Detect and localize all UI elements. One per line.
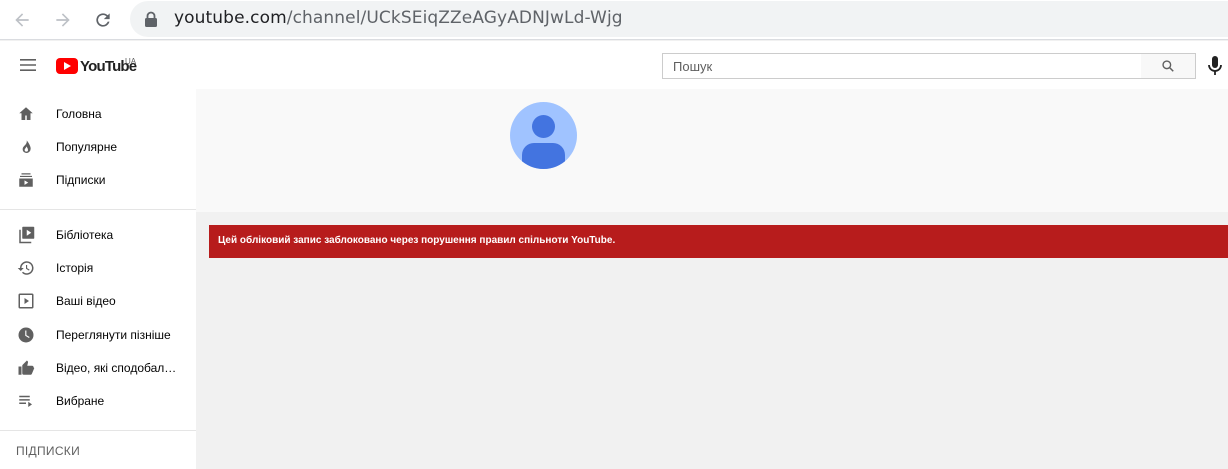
sidebar-item-label: Популярне — [56, 140, 118, 154]
account-terminated-alert: Цей обліковий запис заблоковано через по… — [209, 225, 1228, 258]
channel-avatar — [510, 102, 577, 169]
sidebar-item-subscriptions[interactable]: Підписки — [0, 164, 196, 197]
sidebar-item-liked-videos[interactable]: Відео, які сподобал… — [0, 352, 196, 385]
sidebar: Головна Популярне Підписки Бібліотека Іс… — [0, 89, 196, 469]
arrow-left-icon — [15, 13, 29, 27]
sidebar-item-label: Бібліотека — [56, 228, 114, 242]
sidebar-item-home[interactable]: Головна — [0, 98, 196, 131]
sidebar-item-label: Підписки — [56, 173, 106, 187]
subscriptions-section-title: ПІДПИСКИ — [16, 444, 81, 458]
sidebar-item-history[interactable]: Історія — [0, 252, 196, 285]
url-path: /channel/UCkSEiqZZeAGyADNJwLd-Wjg — [286, 8, 623, 28]
hamburger-menu-icon[interactable] — [16, 53, 40, 77]
sidebar-divider — [0, 209, 196, 210]
sidebar-divider — [0, 430, 196, 431]
sidebar-item-label: Вибране — [56, 394, 105, 408]
arrow-right-icon — [56, 13, 70, 27]
library-icon — [17, 226, 35, 244]
alert-message: Цей обліковий запис заблоковано через по… — [218, 235, 616, 246]
url-text: youtube.com/channel/UCkSEiqZZeAGyADNJwLd… — [174, 8, 623, 28]
home-icon — [17, 105, 35, 123]
search-icon — [1162, 60, 1174, 72]
avatar-head-shape — [532, 115, 555, 138]
lock-icon — [145, 11, 157, 27]
search-button[interactable] — [1141, 53, 1196, 79]
your-videos-icon — [17, 292, 35, 310]
playlist-icon — [17, 392, 35, 410]
address-bar[interactable]: youtube.com/channel/UCkSEiqZZeAGyADNJwLd… — [130, 1, 1228, 37]
search-box — [662, 53, 1142, 79]
sidebar-item-your-videos[interactable]: Ваші відео — [0, 285, 196, 318]
subscriptions-icon — [17, 171, 35, 189]
sidebar-item-library[interactable]: Бібліотека — [0, 219, 196, 252]
sidebar-item-label: Головна — [56, 107, 102, 121]
url-host: youtube.com — [174, 8, 287, 28]
play-logo-icon — [56, 58, 78, 74]
browser-toolbar: youtube.com/channel/UCkSEiqZZeAGyADNJwLd… — [0, 0, 1228, 40]
history-icon — [17, 259, 35, 277]
sidebar-item-label: Ваші відео — [56, 294, 116, 308]
sidebar-item-favorites[interactable]: Вибране — [0, 385, 196, 418]
microphone-icon[interactable] — [1205, 55, 1225, 77]
youtube-masthead: YouTube UA — [0, 41, 1228, 89]
country-code: UA — [125, 57, 137, 66]
search-input[interactable] — [663, 54, 1141, 78]
trending-icon — [17, 138, 35, 156]
sidebar-item-label: Переглянути пізніше — [56, 328, 171, 342]
sidebar-item-trending[interactable]: Популярне — [0, 131, 196, 164]
back-button[interactable] — [8, 6, 36, 34]
forward-button[interactable] — [49, 6, 77, 34]
watch-later-icon — [17, 326, 35, 344]
liked-videos-icon — [17, 359, 35, 377]
avatar-body-shape — [522, 143, 565, 169]
sidebar-item-label: Відео, які сподобал… — [56, 361, 177, 375]
sidebar-item-watch-later[interactable]: Переглянути пізніше — [0, 319, 196, 352]
channel-header — [196, 89, 1228, 212]
reload-icon — [96, 13, 110, 27]
reload-button[interactable] — [89, 6, 117, 34]
sidebar-item-label: Історія — [56, 261, 94, 275]
